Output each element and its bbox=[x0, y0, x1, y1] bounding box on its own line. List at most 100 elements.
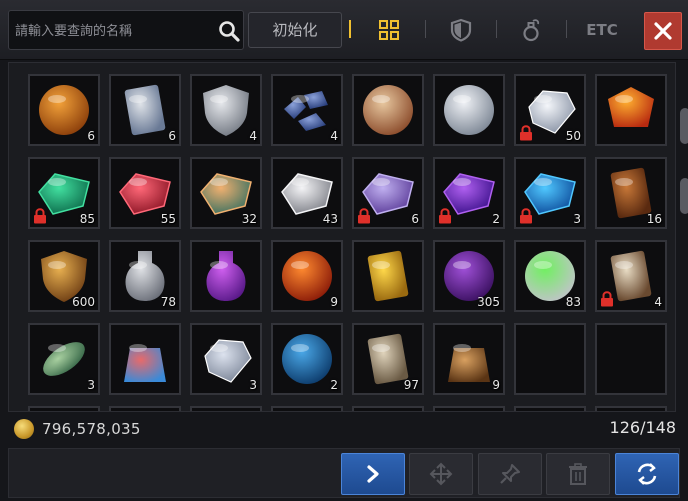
scroll-map-icon bbox=[124, 84, 166, 136]
scrollbar-handle[interactable] bbox=[680, 178, 688, 214]
search-button[interactable] bbox=[217, 19, 241, 43]
reset-button[interactable]: 初始化 bbox=[248, 12, 342, 48]
item-quantity: 32 bbox=[241, 212, 257, 226]
lock-icon bbox=[601, 291, 613, 307]
inventory-slot[interactable]: 85 bbox=[28, 157, 100, 229]
filter-equipment-button[interactable] bbox=[446, 14, 476, 46]
star-medal-icon bbox=[363, 85, 413, 135]
empty-inventory-slot[interactable] bbox=[109, 406, 181, 411]
inventory-slot[interactable]: 78 bbox=[109, 240, 181, 312]
inventory-slot[interactable]: 9 bbox=[271, 240, 343, 312]
empty-inventory-slot[interactable] bbox=[352, 406, 424, 411]
item-quantity: 78 bbox=[160, 295, 176, 309]
search-box bbox=[8, 10, 244, 50]
shield-icon bbox=[450, 18, 472, 42]
lock-icon bbox=[439, 208, 451, 224]
delete-button[interactable] bbox=[546, 453, 610, 495]
item-quantity: 2 bbox=[330, 378, 338, 392]
inventory-slot[interactable] bbox=[352, 240, 424, 312]
inventory-slot[interactable]: 6 bbox=[352, 157, 424, 229]
active-divider bbox=[349, 20, 351, 38]
inventory-slot[interactable]: 83 bbox=[514, 240, 586, 312]
empty-inventory-slot[interactable] bbox=[190, 406, 262, 411]
inventory-slot[interactable]: 6 bbox=[109, 74, 181, 146]
item-quantity: 83 bbox=[565, 295, 581, 309]
inventory-slot[interactable] bbox=[190, 240, 262, 312]
inventory-slot[interactable]: 32 bbox=[190, 157, 262, 229]
item-quantity: 4 bbox=[330, 129, 338, 143]
empty-inventory-slot[interactable] bbox=[28, 406, 100, 411]
inventory-slot[interactable] bbox=[109, 323, 181, 395]
empty-inventory-slot[interactable] bbox=[514, 406, 586, 411]
item-quantity: 305 bbox=[477, 295, 500, 309]
inventory-slot[interactable]: 55 bbox=[109, 157, 181, 229]
grid-icon bbox=[379, 20, 399, 40]
search-icon bbox=[219, 21, 240, 42]
gold-coin-icon bbox=[14, 419, 34, 439]
empty-inventory-slot[interactable] bbox=[514, 323, 586, 395]
empty-inventory-slot[interactable] bbox=[595, 323, 667, 395]
inventory-slot[interactable]: 3 bbox=[190, 323, 262, 395]
crystal-icon bbox=[204, 339, 252, 383]
lock-icon bbox=[358, 208, 370, 224]
item-quantity: 6 bbox=[411, 212, 419, 226]
inventory-slot[interactable]: 97 bbox=[352, 323, 424, 395]
fish-icon bbox=[43, 342, 85, 376]
item-quantity: 3 bbox=[249, 378, 257, 392]
divider bbox=[425, 20, 426, 38]
empty-inventory-slot[interactable] bbox=[271, 406, 343, 411]
move-icon bbox=[429, 462, 453, 486]
inventory-slot[interactable] bbox=[595, 74, 667, 146]
coin-bag-icon bbox=[448, 344, 490, 382]
close-button[interactable] bbox=[644, 12, 682, 50]
filter-all-button[interactable] bbox=[374, 14, 404, 46]
move-button[interactable] bbox=[409, 453, 473, 495]
item-quantity: 9 bbox=[492, 378, 500, 392]
item-quantity: 97 bbox=[403, 378, 419, 392]
next-button[interactable] bbox=[341, 453, 405, 495]
item-quantity: 4 bbox=[654, 295, 662, 309]
inventory-slot[interactable]: 43 bbox=[271, 157, 343, 229]
trash-icon bbox=[569, 463, 587, 485]
inventory-slot[interactable]: 50 bbox=[514, 74, 586, 146]
filter-potion-button[interactable] bbox=[516, 14, 546, 46]
inventory-slot[interactable]: 3 bbox=[28, 323, 100, 395]
inventory-slot[interactable]: 4 bbox=[271, 74, 343, 146]
scrollbar-thumb[interactable] bbox=[680, 108, 688, 144]
sort-icon bbox=[637, 463, 657, 485]
filter-etc-button[interactable]: ETC bbox=[576, 14, 628, 46]
ore-fragments-icon bbox=[284, 91, 328, 131]
item-quantity: 600 bbox=[72, 295, 95, 309]
item-quantity: 9 bbox=[330, 295, 338, 309]
inventory-slot[interactable]: 305 bbox=[433, 240, 505, 312]
inventory-slot[interactable]: 4 bbox=[595, 240, 667, 312]
inventory-slot[interactable]: 16 bbox=[595, 157, 667, 229]
item-quantity: 85 bbox=[79, 212, 95, 226]
inventory-slot[interactable]: 600 bbox=[28, 240, 100, 312]
item-quantity: 3 bbox=[87, 378, 95, 392]
orange-gem-icon bbox=[608, 87, 654, 127]
search-input[interactable] bbox=[15, 19, 211, 43]
blue-orb-icon bbox=[282, 334, 332, 384]
inventory-slot[interactable]: 2 bbox=[271, 323, 343, 395]
item-quantity: 16 bbox=[646, 212, 662, 226]
inventory-slot[interactable]: 9 bbox=[433, 323, 505, 395]
item-quantity: 4 bbox=[249, 129, 257, 143]
inventory-slot[interactable] bbox=[433, 74, 505, 146]
item-quantity: 3 bbox=[573, 212, 581, 226]
pin-button[interactable] bbox=[478, 453, 542, 495]
inventory-grid: 6 6 4 4 50 85 55 32 43 6 2 3 16 600 78 9 305 83 4 3 3 2 97 9 bbox=[28, 74, 667, 411]
purple-potion-icon bbox=[206, 251, 246, 301]
inventory-slot[interactable] bbox=[352, 74, 424, 146]
empty-inventory-slot[interactable] bbox=[433, 406, 505, 411]
inventory-slot[interactable]: 2 bbox=[433, 157, 505, 229]
inventory-slot[interactable]: 3 bbox=[514, 157, 586, 229]
close-icon bbox=[654, 22, 672, 40]
sort-button[interactable] bbox=[615, 453, 679, 495]
inventory-slot[interactable]: 4 bbox=[190, 74, 262, 146]
potion-icon bbox=[523, 19, 540, 42]
gold-amount: 796,578,035 bbox=[42, 420, 141, 438]
empty-inventory-slot[interactable] bbox=[595, 406, 667, 411]
item-quantity: 50 bbox=[565, 129, 581, 143]
inventory-slot[interactable]: 6 bbox=[28, 74, 100, 146]
